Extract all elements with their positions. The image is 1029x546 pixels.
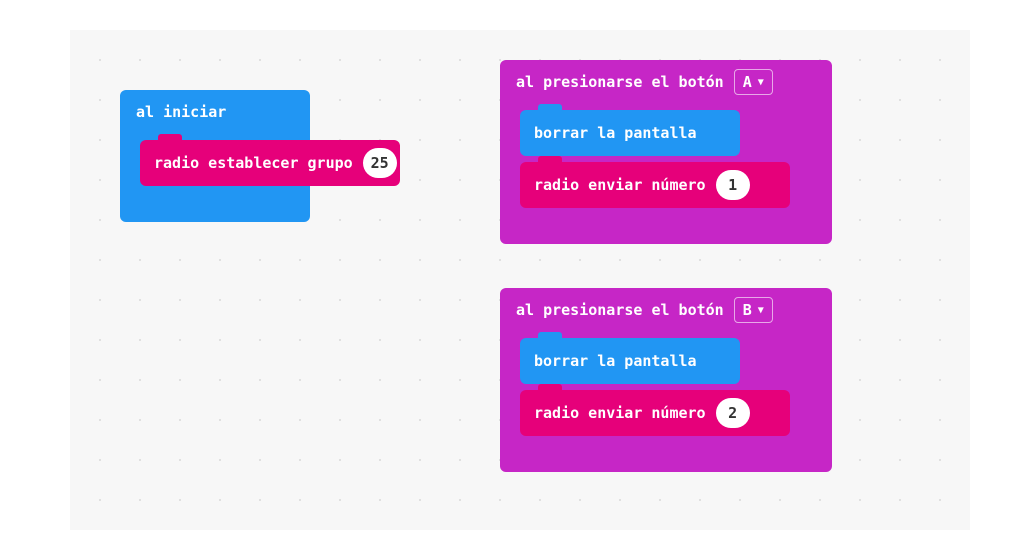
radio-set-group-value[interactable]: 25	[363, 148, 397, 178]
on-button-b-header: al presionarse el botón B ▼	[500, 288, 832, 332]
on-button-b-label: al presionarse el botón	[516, 301, 724, 319]
chevron-down-icon: ▼	[758, 77, 764, 88]
button-a-dropdown[interactable]: A ▼	[734, 69, 773, 95]
on-button-a-block[interactable]: al presionarse el botón A ▼ borrar la pa…	[500, 60, 832, 244]
radio-send-number-block-a[interactable]: radio enviar número 1	[520, 162, 790, 208]
clear-screen-label-b: borrar la pantalla	[534, 352, 697, 370]
on-start-header: al iniciar	[120, 90, 310, 134]
on-button-a-header: al presionarse el botón A ▼	[500, 60, 832, 104]
on-button-b-block[interactable]: al presionarse el botón B ▼ borrar la pa…	[500, 288, 832, 472]
on-start-label: al iniciar	[136, 103, 226, 121]
on-button-a-label: al presionarse el botón	[516, 73, 724, 91]
radio-set-group-block[interactable]: radio establecer grupo 25	[140, 140, 400, 186]
radio-send-number-label-a: radio enviar número	[534, 176, 706, 194]
button-a-value: A	[743, 73, 752, 91]
radio-send-number-block-b[interactable]: radio enviar número 2	[520, 390, 790, 436]
chevron-down-icon: ▼	[758, 305, 764, 316]
button-b-dropdown[interactable]: B ▼	[734, 297, 773, 323]
blocks-workspace[interactable]: al iniciar radio establecer grupo 25 al …	[70, 30, 970, 530]
radio-send-number-value-b[interactable]: 2	[716, 398, 750, 428]
button-b-value: B	[743, 301, 752, 319]
clear-screen-block-b[interactable]: borrar la pantalla	[520, 338, 740, 384]
radio-send-number-label-b: radio enviar número	[534, 404, 706, 422]
radio-send-number-value-a[interactable]: 1	[716, 170, 750, 200]
radio-set-group-label: radio establecer grupo	[154, 154, 353, 172]
on-start-block[interactable]: al iniciar radio establecer grupo 25	[120, 90, 310, 222]
clear-screen-label-a: borrar la pantalla	[534, 124, 697, 142]
clear-screen-block-a[interactable]: borrar la pantalla	[520, 110, 740, 156]
